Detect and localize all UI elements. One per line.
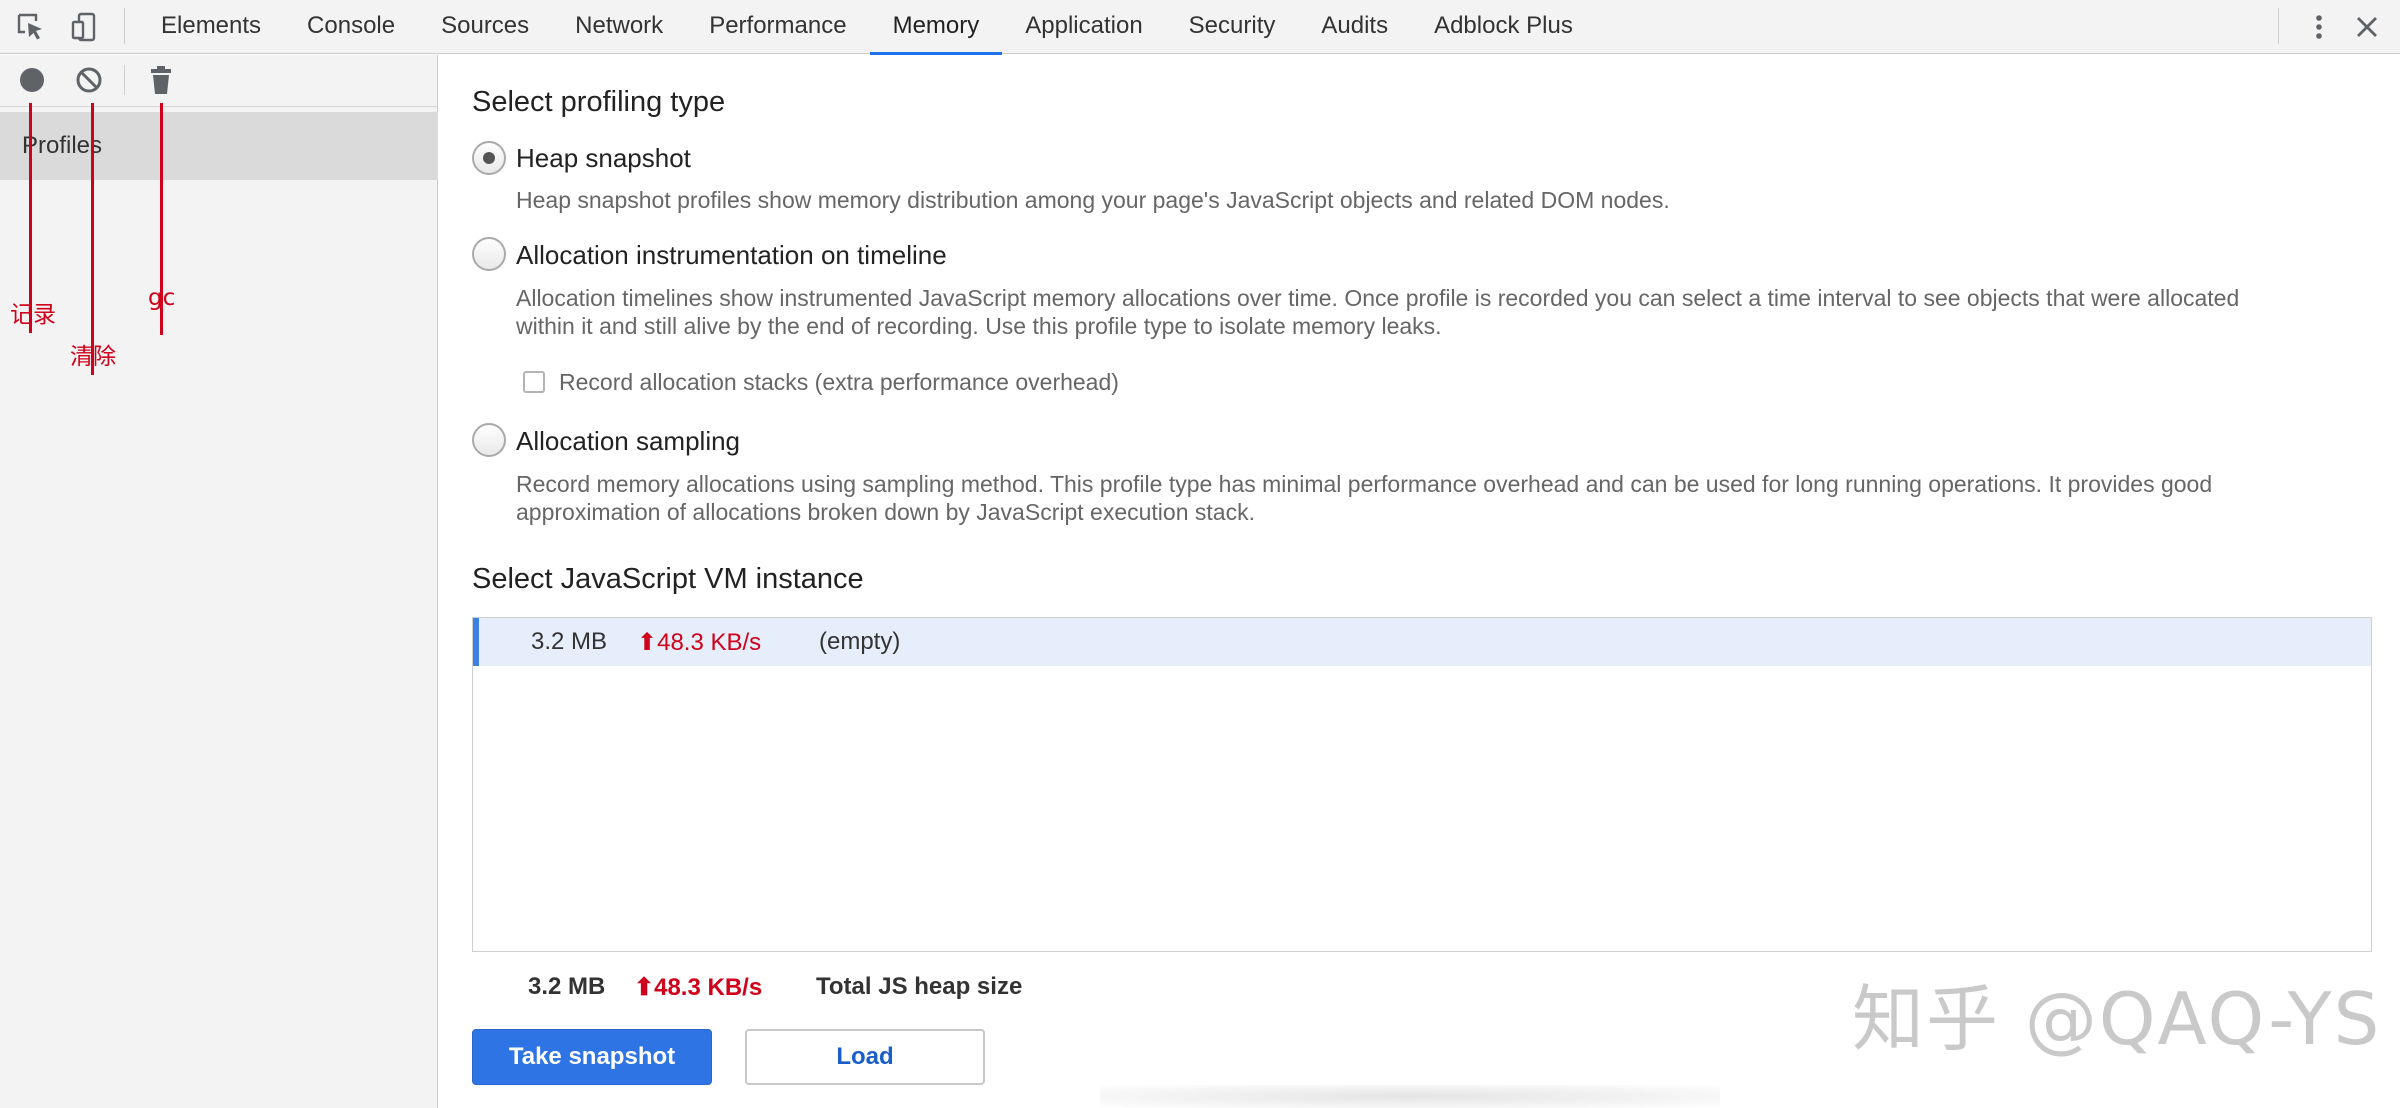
gc-annotation: gc — [148, 285, 176, 311]
vm-instance-size: 3.2 MB — [531, 628, 608, 655]
allocation-sampling-radio[interactable] — [472, 423, 506, 457]
allocation-sampling-description: Record memory allocations using sampling… — [516, 471, 2213, 525]
bottom-shadow — [1100, 1085, 1720, 1108]
record-icon[interactable] — [15, 63, 49, 97]
tab-sources[interactable]: Sources — [418, 0, 552, 54]
total-heap-size-label: Total JS heap size — [816, 973, 1023, 1000]
take-snapshot-button[interactable]: Take snapshot — [472, 1029, 712, 1085]
tab-audits[interactable]: Audits — [1298, 0, 1411, 54]
allocation-sampling-label[interactable]: Allocation sampling — [516, 426, 740, 457]
heap-snapshot-radio[interactable] — [472, 141, 506, 175]
zhihu-watermark: 知乎 @QAQ-YS — [1852, 977, 2382, 1061]
device-toolbar-icon[interactable] — [68, 10, 102, 44]
memory-panel: Select profiling type Heap snapshot Heap… — [439, 55, 2400, 1108]
tab-network[interactable]: Network — [552, 0, 686, 54]
profiling-type-heading: Select profiling type — [472, 86, 726, 118]
more-options-icon[interactable] — [2302, 10, 2336, 44]
heap-snapshot-description: Heap snapshot profiles show memory distr… — [516, 187, 1670, 213]
allocation-timeline-radio[interactable] — [472, 237, 506, 271]
profiles-section-header[interactable]: Profiles — [0, 112, 438, 180]
inspect-element-icon[interactable] — [14, 10, 48, 44]
sidebar-toolbar — [0, 55, 438, 107]
allocation-timeline-label[interactable]: Allocation instrumentation on timeline — [516, 240, 947, 271]
profiles-sidebar: Profiles 记录 清除 gc — [0, 55, 438, 1108]
clear-icon[interactable] — [72, 63, 106, 97]
tab-application[interactable]: Application — [1002, 0, 1165, 54]
vm-instance-list: 3.2 MB ⬆48.3 KB/s (empty) — [472, 617, 2372, 952]
tab-memory[interactable]: Memory — [869, 0, 1003, 55]
close-icon[interactable] — [2350, 10, 2384, 44]
heap-snapshot-label[interactable]: Heap snapshot — [516, 143, 691, 174]
record-annotation: 记录 — [10, 302, 56, 328]
tab-console[interactable]: Console — [284, 0, 418, 54]
panel-tabs: Elements Console Sources Network Perform… — [138, 0, 1596, 55]
vm-instance-heading: Select JavaScript VM instance — [472, 563, 864, 595]
collect-garbage-icon[interactable] — [144, 63, 178, 97]
total-heap-size-value: 3.2 MB — [528, 973, 606, 1000]
tab-security[interactable]: Security — [1166, 0, 1299, 54]
toolbar-divider — [2278, 8, 2279, 44]
record-allocation-stacks-label[interactable]: Record allocation stacks (extra performa… — [559, 369, 1119, 396]
tab-performance[interactable]: Performance — [686, 0, 869, 54]
vm-instance-rate: ⬆48.3 KB/s — [637, 629, 762, 656]
clear-annotation: 清除 — [70, 344, 116, 370]
record-allocation-stacks-checkbox[interactable] — [523, 371, 545, 393]
toolbar-divider — [124, 8, 125, 44]
vm-instance-row[interactable]: 3.2 MB ⬆48.3 KB/s (empty) — [473, 618, 2371, 666]
clear-annotation-line — [91, 103, 94, 375]
tab-elements[interactable]: Elements — [138, 0, 284, 54]
total-heap-rate: ⬆48.3 KB/s — [634, 974, 763, 1001]
load-button[interactable]: Load — [745, 1029, 985, 1085]
devtools-tab-bar: Elements Console Sources Network Perform… — [0, 0, 2400, 55]
tab-adblock-plus[interactable]: Adblock Plus — [1411, 0, 1596, 54]
toolbar-divider — [124, 65, 125, 95]
allocation-timeline-description: Allocation timelines show instrumented J… — [516, 285, 2240, 339]
vm-instance-name: (empty) — [819, 628, 901, 655]
